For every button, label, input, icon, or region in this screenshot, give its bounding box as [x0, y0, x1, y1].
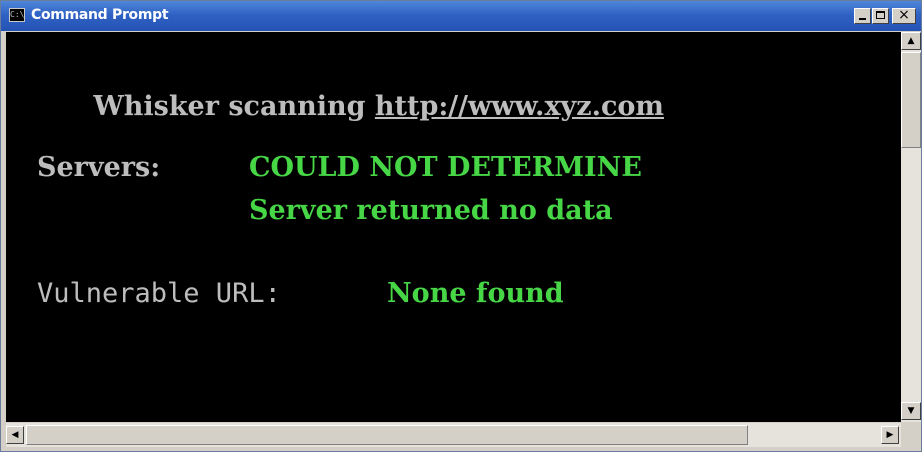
servers-value-2: Server returned no data — [249, 195, 613, 226]
cmd-icon[interactable]: C:\ — [9, 8, 25, 22]
vulnerable-url-label: Vulnerable URL: — [37, 278, 281, 309]
scroll-up-button[interactable]: ▲ — [901, 32, 921, 50]
maximize-icon — [876, 11, 885, 19]
vertical-scrollbar[interactable]: ▲ ▼ — [901, 32, 921, 422]
resize-grip[interactable] — [901, 423, 921, 447]
arrow-left-icon: ◀ — [11, 430, 19, 440]
window-title: Command Prompt — [31, 7, 169, 23]
horizontal-scroll-thumb[interactable] — [26, 425, 748, 445]
title-bar[interactable]: C:\ Command Prompt × — [1, 1, 921, 31]
arrow-right-icon: ▶ — [886, 430, 894, 440]
servers-label: Servers: — [37, 152, 161, 183]
scan-prefix: Whisker scanning — [93, 91, 375, 122]
arrow-down-icon: ▼ — [907, 406, 915, 416]
maximize-button[interactable] — [872, 8, 889, 24]
horizontal-scrollbar[interactable]: ◀ ▶ — [6, 423, 901, 447]
minimize-icon — [859, 18, 866, 20]
vulnerable-url-value: None found — [387, 278, 564, 309]
minimize-button[interactable] — [854, 8, 871, 24]
close-icon: × — [898, 7, 910, 23]
scroll-left-button[interactable]: ◀ — [6, 426, 24, 444]
command-prompt-window: C:\ Command Prompt × Whisker scanning ht… — [0, 0, 922, 452]
scan-url: http://www.xyz.com — [374, 91, 664, 122]
scroll-down-button[interactable]: ▼ — [901, 402, 921, 420]
close-button[interactable]: × — [892, 8, 916, 24]
console-output[interactable]: Whisker scanning http://www.xyz.com Serv… — [6, 32, 901, 422]
vertical-scroll-thumb[interactable] — [901, 52, 921, 148]
arrow-up-icon: ▲ — [907, 36, 915, 46]
scroll-right-button[interactable]: ▶ — [881, 426, 899, 444]
servers-value-1: COULD NOT DETERMINE — [249, 152, 642, 183]
scan-line: Whisker scanning http://www.xyz.com — [37, 60, 664, 153]
